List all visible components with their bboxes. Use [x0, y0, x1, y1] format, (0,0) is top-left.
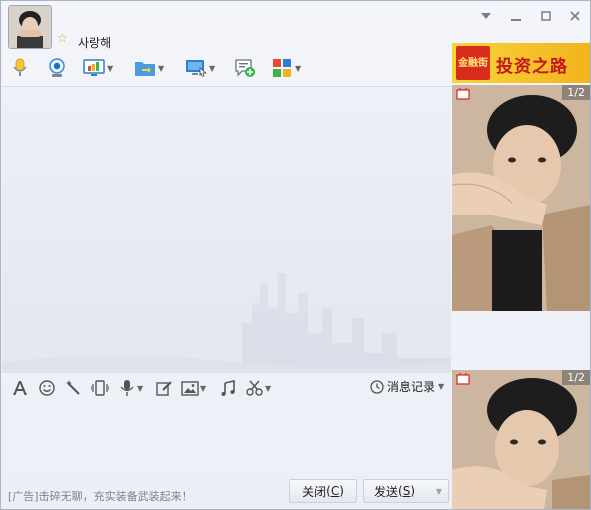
- banner-logo-text: 金融街: [458, 57, 488, 69]
- screenshot-button[interactable]: ▼: [245, 377, 273, 399]
- microphone-button[interactable]: [9, 56, 31, 80]
- avatar[interactable]: [8, 5, 52, 49]
- chevron-down-icon[interactable]: ▼: [158, 64, 166, 73]
- video-frame: [452, 370, 590, 509]
- voice-message-button[interactable]: ▼: [117, 377, 145, 399]
- video-counter: 1/2: [562, 85, 590, 100]
- history-label: 消息记录: [387, 380, 436, 394]
- microphone-icon: [9, 57, 31, 79]
- music-button[interactable]: [218, 377, 238, 399]
- chevron-down-icon: ▼: [438, 382, 445, 391]
- close-button-key: C: [330, 484, 340, 498]
- chat-add-button[interactable]: [234, 56, 256, 80]
- font-button[interactable]: [10, 377, 30, 399]
- apps-button[interactable]: ▼: [271, 56, 303, 80]
- send-button-label: 发送: [374, 484, 399, 499]
- ad-banner[interactable]: 金融街 投资之路: [452, 43, 590, 83]
- chevron-down-icon[interactable]: ▼: [200, 384, 208, 393]
- file-transfer-button[interactable]: ▼: [134, 56, 166, 80]
- video-counter: 1/2: [562, 370, 590, 385]
- city-skyline-decoration: [2, 273, 451, 373]
- emoji-icon: [37, 378, 57, 398]
- chevron-down-icon[interactable]: ▼: [107, 64, 115, 73]
- magic-wand-button[interactable]: [63, 377, 83, 399]
- chat-add-icon: [234, 57, 256, 79]
- screen-share-button[interactable]: ▼: [83, 56, 115, 80]
- remote-desktop-icon: [185, 57, 207, 79]
- image-icon: [180, 378, 200, 398]
- file-transfer-icon: [134, 57, 156, 79]
- minimize-icon[interactable]: [506, 7, 526, 25]
- emoji-button[interactable]: [37, 377, 57, 399]
- sticker-tag-icon[interactable]: [456, 88, 470, 103]
- video-frame: [452, 85, 590, 311]
- apps-icon: [271, 57, 293, 79]
- font-icon: [10, 378, 30, 398]
- shake-icon: [90, 378, 110, 398]
- chevron-down-icon[interactable]: ▼: [295, 64, 303, 73]
- screen-share-icon: [83, 57, 105, 79]
- send-button[interactable]: 发送(S) ▼: [363, 479, 449, 503]
- edit-button[interactable]: [154, 377, 174, 399]
- close-button-label: 关闭: [302, 484, 327, 499]
- scissors-icon: [245, 378, 265, 398]
- message-area[interactable]: [2, 86, 451, 373]
- edit-icon: [154, 378, 174, 398]
- chevron-down-icon[interactable]: ▼: [137, 384, 145, 393]
- message-input[interactable]: [2, 401, 451, 475]
- sticker-tag-icon[interactable]: [456, 373, 470, 388]
- voice-icon: [117, 378, 137, 398]
- clock-icon: [370, 379, 384, 394]
- contact-name[interactable]: 사랑해: [78, 34, 111, 51]
- chevron-down-icon[interactable]: ▼: [436, 487, 442, 496]
- image-button[interactable]: ▼: [180, 377, 208, 399]
- message-history-button[interactable]: 消息记录 ▼: [370, 378, 444, 395]
- send-button-key: S: [402, 484, 411, 498]
- shake-button[interactable]: [90, 377, 110, 399]
- music-icon: [218, 378, 238, 398]
- chevron-down-icon[interactable]: ▼: [265, 384, 273, 393]
- banner-logo: 金融街: [456, 46, 490, 80]
- video-panel-bottom[interactable]: 1/2: [452, 370, 590, 509]
- ad-text[interactable]: [广告]击碎无聊，充实装备武装起来！: [8, 488, 193, 504]
- magic-wand-icon: [63, 378, 83, 398]
- chevron-down-icon[interactable]: [476, 7, 496, 25]
- close-icon[interactable]: [565, 7, 585, 25]
- remote-desktop-button[interactable]: ▼: [185, 56, 217, 80]
- video-panel-top[interactable]: 1/2: [452, 85, 590, 311]
- webcam-icon: [46, 57, 68, 79]
- chat-window: ☆ 사랑해 ▼ ▼ ▼ ▼ ▼ ▼ ▼ 消息记录 ▼ [广告]击碎无聊，充实装备…: [0, 0, 591, 510]
- chevron-down-icon[interactable]: ▼: [209, 64, 217, 73]
- maximize-icon[interactable]: [536, 7, 556, 25]
- banner-title: 投资之路: [496, 57, 568, 77]
- vip-star-icon: ☆: [57, 31, 68, 45]
- webcam-button[interactable]: [46, 56, 68, 80]
- close-button[interactable]: 关闭(C): [289, 479, 357, 503]
